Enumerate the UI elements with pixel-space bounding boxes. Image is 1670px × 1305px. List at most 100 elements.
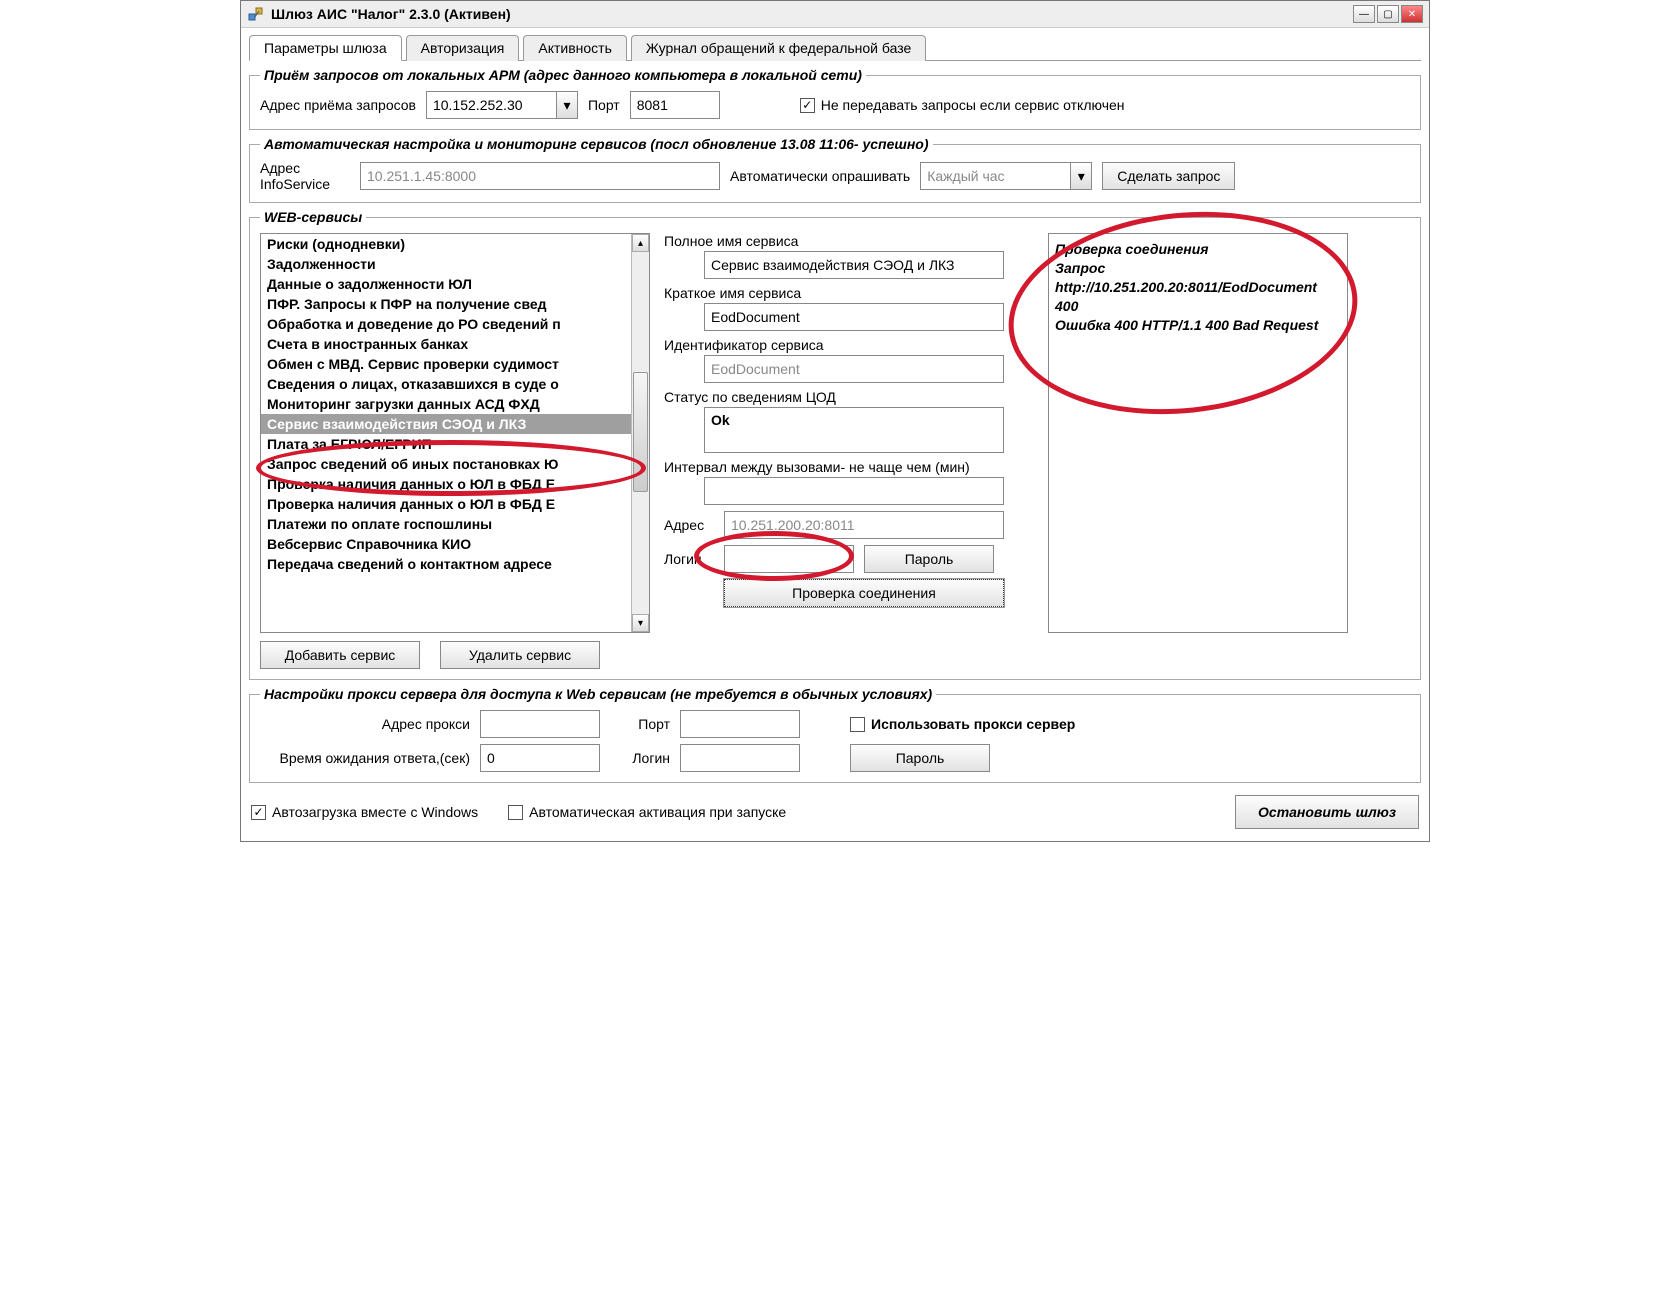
tab-0[interactable]: Параметры шлюза — [249, 35, 402, 61]
poll-combo[interactable]: ▾ — [920, 162, 1092, 190]
minimize-button[interactable]: — — [1353, 5, 1375, 23]
interval-label: Интервал между вызовами- не чаще чем (ми… — [664, 459, 1034, 475]
list-item[interactable]: Обмен с МВД. Сервис проверки судимост — [261, 354, 631, 374]
list-item[interactable]: Передача сведений о контактном адресе — [261, 554, 631, 574]
autoactivate-checkbox[interactable]: Автоматическая активация при запуске — [508, 804, 786, 820]
receive-addr-input[interactable] — [426, 91, 556, 119]
tab-2[interactable]: Активность — [523, 35, 627, 61]
make-request-button[interactable]: Сделать запрос — [1102, 162, 1235, 190]
proxy-addr-label: Адрес прокси — [260, 716, 470, 732]
service-id-label: Идентификатор сервиса — [664, 337, 1034, 353]
service-detail-column: Полное имя сервиса Краткое имя сервиса И… — [664, 233, 1034, 607]
autoactivate-label: Автоматическая активация при запуске — [529, 804, 786, 820]
group-web-legend: WEB-сервисы — [260, 209, 366, 225]
use-proxy-label: Использовать прокси сервер — [871, 716, 1075, 732]
login-input[interactable] — [724, 545, 854, 573]
timeout-label: Время ожидания ответа,(сек) — [260, 750, 470, 766]
list-item[interactable]: Обработка и доведение до РО сведений п — [261, 314, 631, 334]
proxy-password-button[interactable]: Пароль — [850, 744, 990, 772]
scroll-down-icon[interactable]: ▾ — [632, 614, 649, 632]
checkbox-icon: ✓ — [251, 805, 266, 820]
app-window: Шлюз АИС "Налог" 2.3.0 (Активен) — ▢ ✕ П… — [240, 0, 1430, 842]
tab-3[interactable]: Журнал обращений к федеральной базе — [631, 35, 926, 61]
group-receive-legend: Приём запросов от локальных АРМ (адрес д… — [260, 67, 866, 83]
scroll-thumb[interactable] — [633, 372, 648, 492]
no-forward-label: Не передавать запросы если сервис отключ… — [821, 97, 1125, 113]
proxy-login-label: Логин — [610, 750, 670, 766]
service-addr-input[interactable] — [724, 511, 1004, 539]
list-item[interactable]: Данные о задолженности ЮЛ — [261, 274, 631, 294]
connection-log: Проверка соединенияЗапрос http://10.251.… — [1048, 233, 1348, 633]
add-service-button[interactable]: Добавить сервис — [260, 641, 420, 669]
password-button[interactable]: Пароль — [864, 545, 994, 573]
list-item[interactable]: Сведения о лицах, отказавшихся в суде о — [261, 374, 631, 394]
status-label: Статус по сведениям ЦОД — [664, 389, 1034, 405]
list-item[interactable]: Платежи по оплате госпошлины — [261, 514, 631, 534]
proxy-addr-input[interactable] — [480, 710, 600, 738]
web-list-column: Риски (однодневки)ЗадолженностиДанные о … — [260, 233, 650, 669]
list-item[interactable]: Вебсервис Справочника КИО — [261, 534, 631, 554]
list-item[interactable]: Мониторинг загрузки данных АСД ФХД — [261, 394, 631, 414]
title-bar: Шлюз АИС "Налог" 2.3.0 (Активен) — ▢ ✕ — [241, 1, 1429, 28]
service-addr-label: Адрес — [664, 517, 714, 533]
scrollbar[interactable]: ▴ ▾ — [631, 234, 649, 632]
stop-gateway-button[interactable]: Остановить шлюз — [1235, 795, 1419, 829]
group-web: WEB-сервисы Риски (однодневки)Задолженно… — [249, 209, 1421, 680]
scroll-up-icon[interactable]: ▴ — [632, 234, 649, 252]
checkbox-icon — [850, 717, 865, 732]
chevron-down-icon[interactable]: ▾ — [1070, 162, 1092, 190]
group-auto: Автоматическая настройка и мониторинг се… — [249, 136, 1421, 203]
proxy-login-input[interactable] — [680, 744, 800, 772]
list-item[interactable]: Сервис взаимодействия СЭОД и ЛКЗ — [261, 414, 631, 434]
proxy-port-label: Порт — [610, 716, 670, 732]
group-proxy-legend: Настройки прокси сервера для доступа к W… — [260, 686, 936, 702]
checkbox-icon: ✓ — [800, 98, 815, 113]
proxy-port-input[interactable] — [680, 710, 800, 738]
check-connection-button[interactable]: Проверка соединения — [724, 579, 1004, 607]
window-title: Шлюз АИС "Налог" 2.3.0 (Активен) — [271, 6, 1353, 22]
footer: ✓ Автозагрузка вместе с Windows Автомати… — [249, 789, 1421, 831]
list-item[interactable]: Проверка наличия данных о ЮЛ в ФБД Е — [261, 474, 631, 494]
receive-addr-combo[interactable]: ▾ — [426, 91, 578, 119]
list-item[interactable]: Задолженности — [261, 254, 631, 274]
use-proxy-checkbox[interactable]: Использовать прокси сервер — [850, 716, 1075, 732]
no-forward-checkbox[interactable]: ✓ Не передавать запросы если сервис откл… — [800, 97, 1125, 113]
receive-addr-label: Адрес приёма запросов — [260, 97, 416, 113]
close-button[interactable]: ✕ — [1401, 5, 1423, 23]
group-proxy: Настройки прокси сервера для доступа к W… — [249, 686, 1421, 783]
full-name-input[interactable] — [704, 251, 1004, 279]
interval-input[interactable] — [704, 477, 1004, 505]
chevron-down-icon[interactable]: ▾ — [556, 91, 578, 119]
log-column: Проверка соединенияЗапрос http://10.251.… — [1048, 233, 1348, 633]
list-item[interactable]: Проверка наличия данных о ЮЛ в ФБД Е — [261, 494, 631, 514]
full-name-label: Полное имя сервиса — [664, 233, 1034, 249]
autostart-checkbox[interactable]: ✓ Автозагрузка вместе с Windows — [251, 804, 478, 820]
app-icon — [247, 5, 265, 23]
poll-label: Автоматически опрашивать — [730, 168, 910, 184]
timeout-input[interactable] — [480, 744, 600, 772]
info-addr-label: Адрес InfoService — [260, 160, 350, 192]
list-item[interactable]: ПФР. Запросы к ПФР на получение свед — [261, 294, 631, 314]
list-item[interactable]: Риски (однодневки) — [261, 234, 631, 254]
login-label: Логин — [664, 551, 714, 567]
receive-port-input[interactable] — [630, 91, 720, 119]
info-addr-input[interactable] — [360, 162, 720, 190]
status-value: Ok — [704, 407, 1004, 453]
tab-bar: Параметры шлюзаАвторизацияАктивностьЖурн… — [249, 34, 1421, 61]
window-buttons: — ▢ ✕ — [1353, 5, 1423, 23]
list-item[interactable]: Счета в иностранных банках — [261, 334, 631, 354]
service-id-input[interactable] — [704, 355, 1004, 383]
poll-input[interactable] — [920, 162, 1070, 190]
group-receive: Приём запросов от локальных АРМ (адрес д… — [249, 67, 1421, 130]
tab-1[interactable]: Авторизация — [406, 35, 520, 61]
short-name-input[interactable] — [704, 303, 1004, 331]
list-item[interactable]: Запрос сведений об иных постановках Ю — [261, 454, 631, 474]
checkbox-icon — [508, 805, 523, 820]
maximize-button[interactable]: ▢ — [1377, 5, 1399, 23]
receive-port-label: Порт — [588, 97, 620, 113]
delete-service-button[interactable]: Удалить сервис — [440, 641, 600, 669]
list-item[interactable]: Плата за ЕГРЮЛ/ЕГРИП — [261, 434, 631, 454]
scroll-track[interactable] — [632, 252, 649, 614]
content-area: Параметры шлюзаАвторизацияАктивностьЖурн… — [241, 28, 1429, 841]
service-listbox[interactable]: Риски (однодневки)ЗадолженностиДанные о … — [260, 233, 650, 633]
